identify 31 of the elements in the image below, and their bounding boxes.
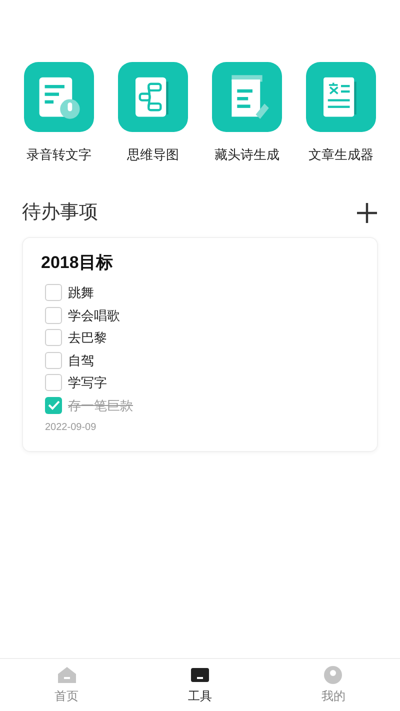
tab[interactable]: 我的 xyxy=(266,666,400,704)
checkbox[interactable] xyxy=(45,284,62,302)
mind-map-icon xyxy=(118,61,188,133)
todo-text: 学写字 xyxy=(68,374,107,392)
card-title: 2018目标 xyxy=(41,252,114,274)
todo-text: 存一笔巨款 xyxy=(68,396,133,414)
tab[interactable]: 首页 xyxy=(0,666,134,704)
tool-label[interactable]: 录音转文字 xyxy=(26,145,92,164)
checkbox[interactable] xyxy=(45,306,62,324)
tab[interactable]: 工具 xyxy=(133,666,267,704)
voice-note-icon xyxy=(24,61,94,133)
tool-label[interactable]: 文章生成器 xyxy=(308,145,374,164)
date-text: 2022-09-09 xyxy=(44,420,98,434)
scroll-icon xyxy=(212,61,282,133)
checkbox[interactable] xyxy=(45,374,62,392)
todo-text: 跳舞 xyxy=(68,284,94,302)
document-icon xyxy=(306,61,376,133)
checkbox[interactable] xyxy=(45,329,62,346)
section-heading: 待办事项 xyxy=(22,200,98,224)
add-icon[interactable] xyxy=(356,202,378,224)
tool-label[interactable]: 思维导图 xyxy=(127,145,179,164)
tool-label[interactable]: 藏头诗生成 xyxy=(214,145,280,164)
todo-text: 学会唱歌 xyxy=(68,306,120,324)
toolbox-icon xyxy=(190,666,210,684)
todo-text: 自驾 xyxy=(68,352,94,370)
checkbox[interactable] xyxy=(45,352,62,369)
todo-text: 去巴黎 xyxy=(68,329,107,347)
person-icon xyxy=(323,666,344,684)
checkbox[interactable] xyxy=(45,396,62,414)
check-icon xyxy=(48,400,60,410)
home-icon xyxy=(56,666,77,684)
